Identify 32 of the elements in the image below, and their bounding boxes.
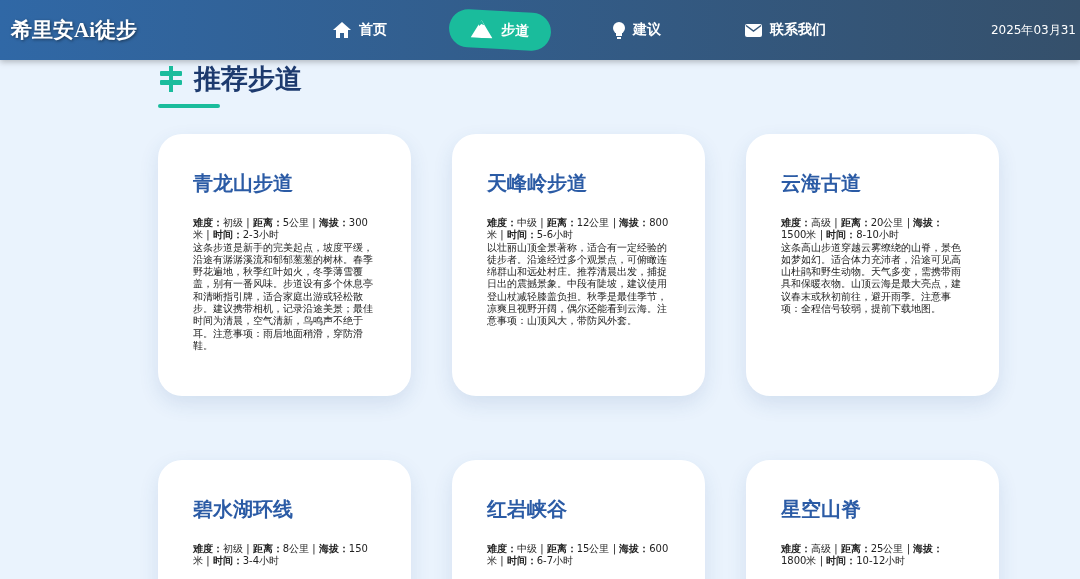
date-text: 2025年03月31 <box>990 21 1076 39</box>
nav-tab[interactable]: 首页 <box>311 12 409 48</box>
trail-name: 青龙山步道 <box>193 170 294 197</box>
trail-stats: 难度：中级 | 距离：12公里 | 海拔：800米 | 时间：5-6小时 <box>487 217 670 242</box>
site-logo[interactable]: 希里安Ai徒步 <box>11 16 311 44</box>
trail-card[interactable]: 星空山脊 难度：高级 | 距离：25公里 | 海拔：1800米 | 时间：10-12小时 <box>746 460 999 579</box>
trail-stats: 难度：初级 | 距离：5公里 | 海拔：300米 | 时间：2-3小时 <box>193 217 369 242</box>
trail-card[interactable]: 碧水湖环线 难度：初级 | 距离：8公里 | 海拔：150米 | 时间：3-4小时 <box>158 460 411 579</box>
trail-card[interactable]: 天峰岭步道 难度：中级 | 距离：12公里 | 海拔：800米 | 时间：5-6小时 以壮丽山顶全景著称，适合有一定经验的徒步者。沿途经过多个观景点，可俯瞰连绵群山和远处村庄。推荐清晨出发，捕捉日出的震撼景象。中段有陡坡，建议使用登山杖减轻膝盖负担。秋季是最佳季节，凉爽且视野开阔，偶尔还能看到云海。注意事项：山顶风大，带防风外套。 <box>452 134 705 396</box>
trail-card[interactable]: 云海古道 难度：高级 | 距离：20公里 | 海拔：1500米 | 时间：8-10小时 这条高山步道穿越云雾缭绕的山脊，景色如梦如幻。适合体力充沛者，沿途可见高山杜鹃和野生动物。天气多变，需携带雨具和保暖衣物。山顶云海是最大亮点，建议春末或秋初前往，避开雨季。注意事项：全程信号较弱，提前下载地图。 <box>746 134 999 396</box>
trail-description: 这条高山步道穿越云雾缭绕的山脊，景色如梦如幻。适合体力充沛者，沿途可见高山杜鹃和野生动物。天气多变，需携带雨具和保暖衣物。山顶云海是最大亮点，建议春末或秋初前往，避开雨季。注意事项：全程信号较弱，提前下载地图。 <box>781 241 962 316</box>
trail-description: 这条步道是新手的完美起点，坡度平缓，沿途有潺潺溪流和郁郁葱葱的树林。春季野花遍地，秋季红叶如火，冬季薄雪覆盖，别有一番风味。步道设有多个休息亭和清晰指引牌，适合家庭出游或轻松散步。建议携带相机，记录沿途美景；最佳时间为清晨，空气清新，鸟鸣声不绝于耳。注意事项：雨后地面稍滑，穿防滑鞋。 <box>193 241 374 353</box>
trail-stats: 难度：高级 | 距离：20公里 | 海拔：1500米 | 时间：8-10小时 <box>781 217 945 242</box>
trail-name: 星空山脊 <box>781 496 862 523</box>
trail-name: 碧水湖环线 <box>193 496 294 523</box>
trail-name: 红岩峡谷 <box>487 496 568 523</box>
mountain-icon <box>470 19 494 39</box>
section-title: 推荐步道 <box>194 62 302 96</box>
nav-tab[interactable]: 建议 <box>591 12 683 48</box>
trail-card[interactable]: 青龙山步道 难度：初级 | 距离：5公里 | 海拔：300米 | 时间：2-3小时 这条步道是新手的完美起点，坡度平缓，沿途有潺潺溪流和郁郁葱葱的树林。春季野花遍地，秋季红叶如火，冬季薄雪覆盖，别有一番风味。步道设有多个休息亭和清晰指引牌，适合家庭出游或轻松散步。建议携带相机，记录沿途美景；最佳时间为清晨，空气清新，鸟鸣声不绝于耳。注意事项：雨后地面稍滑，穿防滑鞋。 <box>158 134 411 396</box>
envelope-icon <box>745 23 762 37</box>
nav-tab[interactable]: 联系我们 <box>723 12 848 48</box>
trail-name: 云海古道 <box>781 170 862 197</box>
signpost-icon <box>158 66 184 92</box>
trail-description: 以壮丽山顶全景著称，适合有一定经验的徒步者。沿途经过多个观景点，可俯瞰连绵群山和远处村庄。推荐清晨出发，捕捉日出的震撼景象。中段有陡坡，建议使用登山杖减轻膝盖负担。秋季是最佳季节，凉爽且视野开阔，偶尔还能看到云海。注意事项：山顶风大，带防风外套。 <box>487 241 668 328</box>
lightbulb-icon <box>613 21 625 39</box>
trail-name: 天峰岭步道 <box>487 170 588 197</box>
trail-stats: 难度：中级 | 距离：15公里 | 海拔：600米 | 时间：6-7小时 <box>487 543 670 568</box>
home-icon <box>333 22 351 38</box>
trail-card[interactable]: 红岩峡谷 难度：中级 | 距离：15公里 | 海拔：600米 | 时间：6-7小时 <box>452 460 705 579</box>
trail-stats: 难度：高级 | 距离：25公里 | 海拔：1800米 | 时间：10-12小时 <box>781 543 945 568</box>
trail-stats: 难度：初级 | 距离：8公里 | 海拔：150米 | 时间：3-4小时 <box>193 543 369 568</box>
